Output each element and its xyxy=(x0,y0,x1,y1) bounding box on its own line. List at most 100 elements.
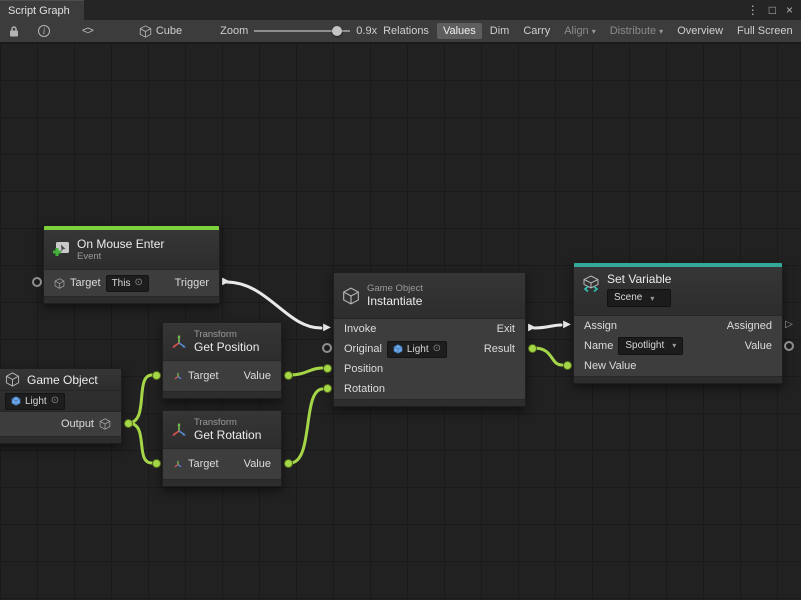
variable-name-dropdown[interactable]: Spotlight ▾ xyxy=(618,337,683,355)
mouse-enter-event-icon xyxy=(52,241,70,259)
tab-script-graph[interactable]: Script Graph xyxy=(0,0,84,20)
graph-owner[interactable]: Cube xyxy=(139,25,182,38)
node-title: Set Variable xyxy=(607,272,671,286)
game-object-icon xyxy=(342,287,360,305)
port-setvariable-assigned-output[interactable]: ▷ xyxy=(782,318,796,332)
port-label-target: Target xyxy=(188,458,219,470)
port-getposition-value-output[interactable] xyxy=(281,368,295,382)
cube-icon xyxy=(139,25,152,38)
zoom-value: 0.9x xyxy=(356,25,377,37)
port-setvariable-newvalue-input[interactable] xyxy=(560,358,574,372)
graph-owner-label: Cube xyxy=(156,25,182,37)
graph-toolbar: i <> Cube Zoom 0.9x Relations Values Dim… xyxy=(0,20,801,43)
node-get-position[interactable]: Transform Get Position Target Value xyxy=(162,322,282,399)
game-object-type-icon xyxy=(99,418,111,430)
port-setvariable-assign-input[interactable]: ▶ xyxy=(560,318,574,332)
zoom-label: Zoom xyxy=(220,25,248,37)
tab-title: Script Graph xyxy=(8,5,70,17)
node-on-mouse-enter[interactable]: On Mouse Enter Event Target This ⊙ xyxy=(43,225,220,304)
port-label-position: Position xyxy=(344,363,383,375)
chevron-down-icon: ▾ xyxy=(672,340,676,351)
wire-rotation-value-to-instantiate[interactable] xyxy=(290,389,322,463)
game-object-value-icon xyxy=(11,396,21,406)
carry-button[interactable]: Carry xyxy=(517,23,556,39)
port-label-name: Name xyxy=(584,340,613,352)
node-title: On Mouse Enter xyxy=(77,237,164,251)
port-onmouseenter-target-input[interactable] xyxy=(30,275,44,289)
object-picker-icon[interactable]: ⊙ xyxy=(51,396,59,406)
node-footer xyxy=(334,399,525,406)
port-label-value: Value xyxy=(745,340,772,352)
port-label-exit: Exit xyxy=(497,323,515,335)
port-label-value: Value xyxy=(244,370,271,382)
graph-canvas[interactable]: On Mouse Enter Event Target This ⊙ xyxy=(0,43,801,600)
port-label-new-value: New Value xyxy=(584,360,636,372)
node-get-rotation[interactable]: Transform Get Rotation Target Value xyxy=(162,410,282,487)
node-set-variable[interactable]: Set Variable Scene ▾ Assign Assigned Nam… xyxy=(573,262,783,384)
node-footer xyxy=(0,436,121,443)
port-getposition-target-input[interactable] xyxy=(149,368,163,382)
game-object-type-icon xyxy=(54,278,65,289)
tab-bar: Script Graph ⋮ □ × xyxy=(0,0,801,20)
window-controls: ⋮ □ × xyxy=(747,0,801,20)
align-button[interactable]: Align▾ xyxy=(558,23,601,39)
port-onmouseenter-trigger-output[interactable]: ▶ xyxy=(219,275,233,289)
port-instantiate-invoke-input[interactable]: ▶ xyxy=(320,321,334,335)
node-footer xyxy=(163,391,281,398)
port-instantiate-rotation-input[interactable] xyxy=(320,381,334,395)
port-label-rotation: Rotation xyxy=(344,383,385,395)
zoom-control: Zoom 0.9x xyxy=(220,25,377,37)
port-getrotation-value-output[interactable] xyxy=(281,456,295,470)
variable-icon xyxy=(582,275,600,293)
transform-icon xyxy=(171,422,187,438)
node-instantiate[interactable]: Game Object Instantiate Invoke Exit Orig… xyxy=(333,272,526,407)
port-instantiate-position-input[interactable] xyxy=(320,361,334,375)
variable-scope-dropdown[interactable]: Scene ▾ xyxy=(607,289,671,307)
zoom-slider[interactable] xyxy=(254,25,350,37)
distribute-button[interactable]: Distribute▾ xyxy=(604,23,669,39)
node-game-object-literal[interactable]: Game Object Light ⊙ Output xyxy=(0,368,122,444)
code-view-icon[interactable]: <> xyxy=(78,25,97,37)
full-screen-button[interactable]: Full Screen xyxy=(731,23,799,39)
port-label-result: Result xyxy=(484,343,515,355)
relations-button[interactable]: Relations xyxy=(377,23,435,39)
port-instantiate-original-input[interactable] xyxy=(320,341,334,355)
port-label-output: Output xyxy=(61,418,94,430)
node-title: Get Rotation xyxy=(194,428,261,442)
transform-type-icon xyxy=(173,371,183,381)
port-getrotation-target-input[interactable] xyxy=(149,456,163,470)
close-icon[interactable]: × xyxy=(786,4,793,16)
node-footer xyxy=(574,376,782,383)
transform-icon xyxy=(171,334,187,350)
toolbar-buttons: Relations Values Dim Carry Align▾ Distri… xyxy=(377,23,801,39)
port-label-assign: Assign xyxy=(584,320,617,332)
transform-type-icon xyxy=(173,459,183,469)
object-field[interactable]: Light ⊙ xyxy=(5,393,65,410)
overview-button[interactable]: Overview xyxy=(671,23,729,39)
node-title: Get Position xyxy=(194,340,259,354)
port-label-target: Target xyxy=(70,277,101,289)
port-label-target: Target xyxy=(188,370,219,382)
port-gameobject-output[interactable] xyxy=(121,416,135,430)
dim-button[interactable]: Dim xyxy=(484,23,516,39)
object-picker-icon[interactable]: ⊙ xyxy=(134,278,142,288)
node-category: Game Object xyxy=(367,283,423,294)
original-object-field[interactable]: Light ⊙ xyxy=(387,341,447,358)
target-object-field[interactable]: This ⊙ xyxy=(106,275,149,292)
port-instantiate-result-output[interactable] xyxy=(525,341,539,355)
more-menu-icon[interactable]: ⋮ xyxy=(747,4,759,16)
port-label-invoke: Invoke xyxy=(344,323,376,335)
values-button[interactable]: Values xyxy=(437,23,482,39)
port-instantiate-exit-output[interactable]: ▶ xyxy=(525,321,539,335)
object-picker-icon[interactable]: ⊙ xyxy=(433,344,441,354)
game-object-value-icon xyxy=(393,344,403,354)
port-label-trigger: Trigger xyxy=(175,277,209,289)
port-setvariable-value-output[interactable] xyxy=(782,339,796,353)
maximize-icon[interactable]: □ xyxy=(769,4,776,16)
game-object-icon xyxy=(5,372,20,387)
lock-icon[interactable] xyxy=(4,25,24,38)
zoom-slider-handle[interactable] xyxy=(332,26,342,36)
node-category: Transform xyxy=(194,329,259,340)
node-footer xyxy=(44,296,219,303)
info-icon[interactable]: i xyxy=(34,25,54,37)
